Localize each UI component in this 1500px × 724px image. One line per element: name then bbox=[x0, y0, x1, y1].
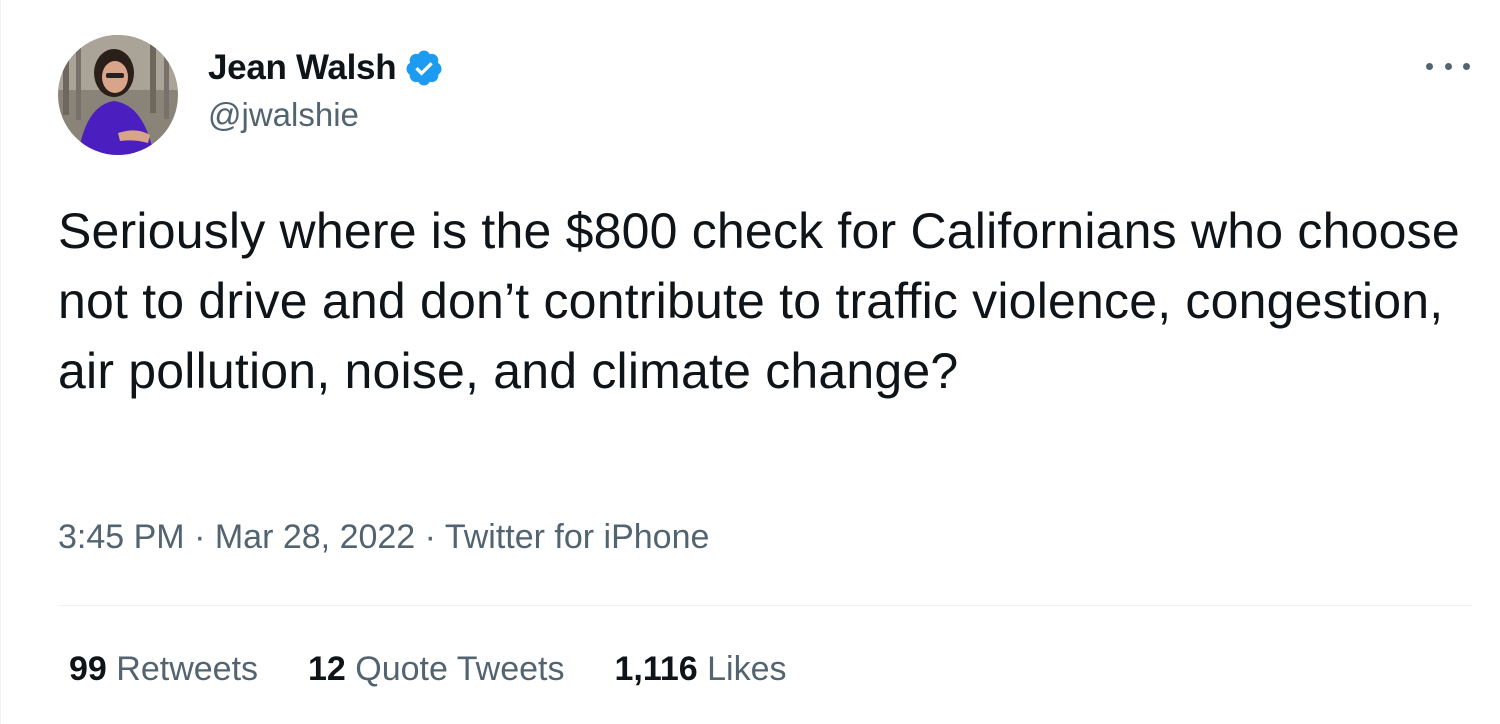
author-block: Jean Walsh @jwalshie bbox=[208, 44, 444, 134]
author-handle[interactable]: @jwalshie bbox=[208, 96, 444, 134]
quote-tweets-count: 12 bbox=[308, 650, 346, 688]
likes-stat[interactable]: 1,116 Likes bbox=[614, 650, 786, 689]
tweet-date[interactable]: Mar 28, 2022 bbox=[215, 518, 415, 556]
more-options-icon[interactable] bbox=[1426, 50, 1470, 82]
divider bbox=[58, 605, 1472, 606]
tweet-time[interactable]: 3:45 PM bbox=[58, 518, 185, 556]
more-dot bbox=[1463, 62, 1470, 70]
tweet-text: Seriously where is the $800 check for Ca… bbox=[58, 203, 1460, 399]
tweet-meta: 3:45 PM · Mar 28, 2022 · Twitter for iPh… bbox=[58, 518, 709, 557]
quote-tweets-label: Quote Tweets bbox=[355, 650, 565, 688]
likes-label: Likes bbox=[707, 650, 787, 688]
likes-count: 1,116 bbox=[614, 650, 698, 688]
more-dot bbox=[1444, 62, 1452, 70]
name-row: Jean Walsh bbox=[208, 44, 444, 92]
retweets-count: 99 bbox=[69, 650, 107, 688]
verified-badge-icon bbox=[404, 48, 444, 88]
tweet-source[interactable]: Twitter for iPhone bbox=[445, 518, 710, 556]
more-dot bbox=[1426, 62, 1433, 70]
avatar[interactable] bbox=[58, 35, 178, 155]
retweets-stat[interactable]: 99 Retweets bbox=[69, 650, 258, 689]
quote-tweets-stat[interactable]: 12 Quote Tweets bbox=[308, 650, 564, 689]
retweets-label: Retweets bbox=[116, 650, 259, 688]
tweet-stats: 99 Retweets 12 Quote Tweets 1,116 Likes bbox=[69, 650, 837, 689]
meta-separator: · bbox=[424, 518, 436, 556]
tweet-card: Jean Walsh @jwalshie Seriously where is … bbox=[0, 0, 1500, 724]
meta-separator: · bbox=[194, 518, 206, 556]
author-display-name[interactable]: Jean Walsh bbox=[208, 48, 397, 88]
